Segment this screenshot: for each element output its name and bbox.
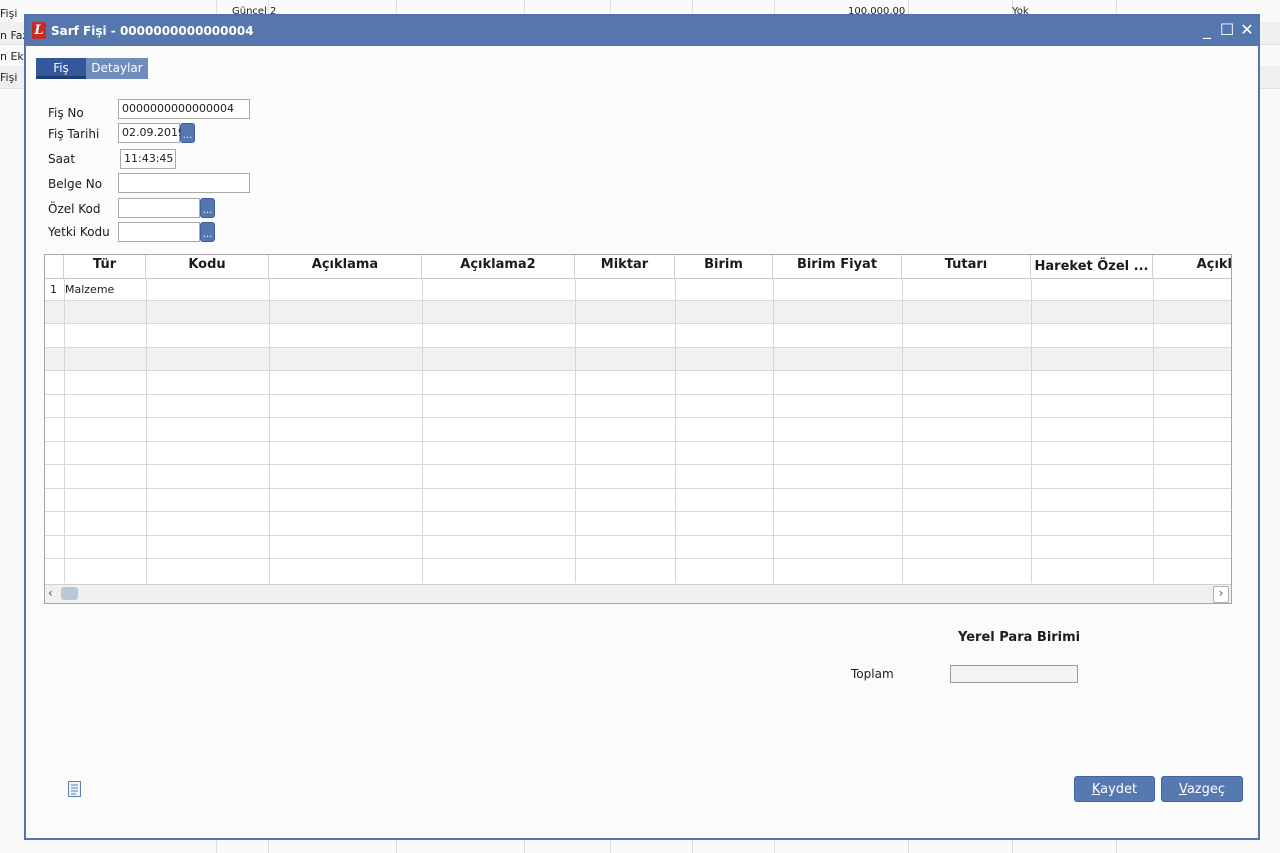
vazgec-button[interactable]: Vazgeç	[1161, 776, 1243, 802]
sarf-fisi-window: L Sarf Fişi - 0000000000000004 _ ☐ ✕ Fiş…	[24, 14, 1260, 840]
row-number: 1	[50, 283, 57, 296]
minimize-icon[interactable]: _	[1198, 20, 1216, 40]
scroll-right-icon[interactable]: ›	[1213, 586, 1229, 603]
table-row[interactable]	[45, 395, 1231, 418]
saat-label: Saat	[48, 152, 76, 166]
column-header-aciklama[interactable]: Açıklama	[269, 255, 422, 278]
grid-column-divider	[146, 278, 147, 583]
bg-row-label: Fişi	[0, 71, 18, 84]
grid-column-divider	[773, 278, 774, 583]
grid-column-divider	[422, 278, 423, 583]
column-header-hareket-ozel[interactable]: Hareket Özel ...	[1031, 255, 1153, 278]
maximize-icon[interactable]: ☐	[1218, 20, 1236, 40]
currency-heading: Yerel Para Birimi	[958, 630, 1081, 645]
column-header-aciklama2[interactable]: Açıklama2	[422, 255, 575, 278]
table-row[interactable]	[45, 489, 1231, 512]
tab-fis[interactable]: Fiş	[36, 58, 86, 79]
table-row[interactable]	[45, 513, 1231, 536]
table-row[interactable]	[45, 536, 1231, 559]
column-header-birim[interactable]: Birim	[675, 255, 773, 278]
table-row[interactable]	[45, 466, 1231, 489]
horizontal-scrollbar[interactable]: ‹ ›	[45, 584, 1231, 603]
scroll-left-icon[interactable]: ‹	[48, 586, 53, 600]
bg-row-label: Fişi	[0, 7, 18, 20]
grid-column-divider	[575, 278, 576, 583]
fis-tarihi-label: Fiş Tarihi	[48, 127, 100, 141]
grid-column-divider	[902, 278, 903, 583]
table-row[interactable]	[45, 442, 1231, 465]
toplam-field	[950, 665, 1078, 683]
saat-field[interactable]: 11:43:45	[120, 149, 176, 169]
scrollbar-thumb[interactable]	[61, 587, 78, 600]
table-row[interactable]	[45, 419, 1231, 442]
yetki-kodu-label: Yetki Kodu	[48, 225, 110, 239]
grid-column-divider	[675, 278, 676, 583]
grid-column-divider	[64, 278, 65, 583]
column-header-tutari[interactable]: Tutarı	[902, 255, 1031, 278]
app-logo-icon: L	[32, 22, 46, 39]
belge-no-label: Belge No	[48, 177, 103, 191]
kaydet-mnemonic: K	[1091, 782, 1101, 797]
document-icon[interactable]	[68, 781, 81, 797]
ozel-kod-label: Özel Kod	[48, 202, 101, 216]
column-header-tur[interactable]: Tür	[64, 255, 146, 278]
table-row[interactable]: 1 Malzeme	[45, 278, 1231, 301]
column-header-kodu[interactable]: Kodu	[146, 255, 269, 278]
line-items-grid[interactable]: Tür Kodu Açıklama Açıklama2 Miktar Birim…	[44, 254, 1232, 604]
tab-detaylar[interactable]: Detaylar	[86, 58, 148, 79]
table-row[interactable]	[45, 560, 1231, 583]
kaydet-label: aydet	[1100, 782, 1138, 797]
table-row[interactable]	[45, 301, 1231, 324]
column-header-miktar[interactable]: Miktar	[575, 255, 675, 278]
ozel-kod-lookup-button[interactable]: ...	[200, 198, 215, 218]
table-row[interactable]	[45, 372, 1231, 395]
yetki-kodu-field[interactable]	[118, 222, 200, 242]
grid-column-divider	[269, 278, 270, 583]
table-row[interactable]	[45, 325, 1231, 348]
kaydet-button[interactable]: Kaydet	[1074, 776, 1155, 802]
vazgec-label: azgeç	[1186, 782, 1226, 797]
grid-column-divider	[1031, 278, 1032, 583]
table-row[interactable]	[45, 348, 1231, 371]
yetki-kodu-lookup-button[interactable]: ...	[200, 222, 215, 242]
row-tur-cell[interactable]: Malzeme	[65, 283, 114, 296]
fis-no-field[interactable]: 0000000000000004	[118, 99, 250, 119]
close-icon[interactable]: ✕	[1238, 20, 1256, 40]
belge-no-field[interactable]	[118, 173, 250, 193]
vazgec-mnemonic: V	[1178, 782, 1187, 797]
toplam-label: Toplam	[851, 667, 894, 681]
grid-header: Tür Kodu Açıklama Açıklama2 Miktar Birim…	[45, 255, 1231, 279]
column-header-birim-fiyat[interactable]: Birim Fiyat	[773, 255, 902, 278]
document-lines-icon	[71, 784, 78, 795]
date-picker-button[interactable]: ...	[180, 123, 195, 143]
ozel-kod-field[interactable]	[118, 198, 200, 218]
window-title: Sarf Fişi - 0000000000000004	[51, 24, 254, 38]
column-header-aciklama-3[interactable]: Açıkl	[1153, 255, 1231, 278]
title-bar[interactable]: L Sarf Fişi - 0000000000000004 _ ☐ ✕	[26, 16, 1258, 46]
fis-no-label: Fiş No	[48, 106, 84, 120]
grid-header-rownum	[45, 255, 64, 278]
grid-column-divider	[1153, 278, 1154, 583]
fis-tarihi-field[interactable]: 02.09.2019	[118, 123, 185, 143]
